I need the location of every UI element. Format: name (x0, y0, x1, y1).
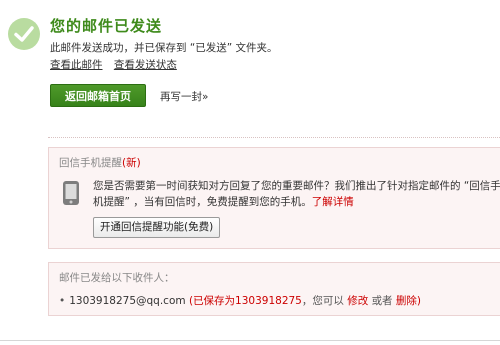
write-another-link[interactable]: 再写一封» (160, 89, 208, 104)
list-item: • 1303918275@qq.com (已保存为1303918275，您可以 修… (59, 293, 421, 308)
recipients-panel: 邮件已发给以下收件人： • 1303918275@qq.com (已保存为1303… (48, 262, 500, 316)
recipients-heading: 邮件已发给以下收件人： (59, 272, 175, 284)
return-inbox-button[interactable]: 返回邮箱首页 (50, 84, 146, 107)
reminder-heading-label: 回信手机提醒 (59, 157, 122, 169)
send-success-message: 此邮件发送成功，并已保存到 “已发送” 文件夹。 (50, 42, 278, 54)
page-title: 您的邮件已发送 (50, 17, 163, 35)
edit-contact-link[interactable]: 修改 (347, 295, 368, 307)
learn-more-link[interactable]: 了解详情 (312, 196, 354, 208)
reminder-description-text: 您是否需要第一时间获知对方回复了您的重要邮件？我们推出了针对指定邮件的 “回信手… (93, 180, 500, 208)
paren-close: ) (416, 295, 422, 307)
view-mail-link[interactable]: 查看此邮件 (50, 59, 103, 71)
divider (48, 137, 500, 138)
new-badge: (新) (122, 157, 141, 169)
mobile-phone-icon (61, 180, 83, 206)
status-links: 查看此邮件 查看发送状态 (50, 57, 185, 72)
recipient-email: 1303918275@qq.com (69, 295, 186, 307)
success-check-icon (8, 18, 40, 50)
enable-reminder-button[interactable]: 开通回信提醒功能(免费) (93, 217, 221, 238)
reminder-heading: 回信手机提醒(新) (59, 155, 141, 170)
recipient-note: ，您可以 (301, 295, 344, 307)
view-send-status-link[interactable]: 查看发送状态 (114, 59, 177, 71)
reply-reminder-panel: 回信手机提醒(新) 您是否需要第一时间获知对方回复了您的重要邮件？我们推出了针对… (48, 147, 500, 249)
delete-contact-link[interactable]: 删除 (396, 295, 417, 307)
saved-contact-label: 已保存为1303918275 (193, 295, 302, 307)
reminder-description: 您是否需要第一时间获知对方回复了您的重要邮件？我们推出了针对指定邮件的 “回信手… (93, 178, 500, 210)
or-label: 或者 (371, 295, 393, 307)
footer-divider (0, 340, 500, 341)
bullet-icon: • (59, 295, 66, 307)
